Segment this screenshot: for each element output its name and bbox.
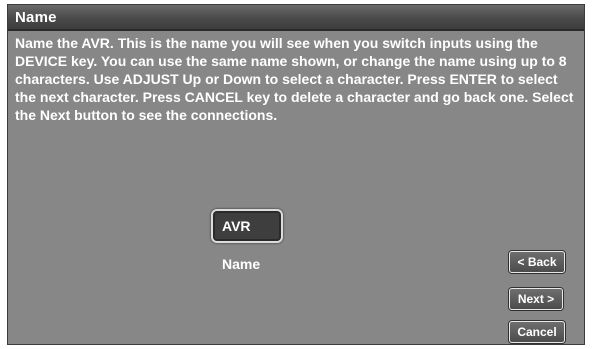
next-button[interactable]: Next > bbox=[509, 288, 563, 310]
name-input[interactable]: AVR bbox=[211, 209, 283, 243]
back-button[interactable]: < Back bbox=[509, 251, 565, 273]
instructions-text: Name the AVR. This is the name you will … bbox=[15, 35, 574, 123]
dialog-title: Name bbox=[15, 9, 57, 26]
cancel-button[interactable]: Cancel bbox=[509, 321, 565, 343]
name-input-value: AVR bbox=[222, 218, 251, 234]
name-field-label: Name bbox=[222, 256, 261, 272]
setup-dialog: Name Name the AVR. This is the name you … bbox=[7, 4, 585, 345]
title-bar: Name bbox=[8, 5, 584, 31]
screen: Name Name the AVR. This is the name you … bbox=[0, 0, 592, 349]
